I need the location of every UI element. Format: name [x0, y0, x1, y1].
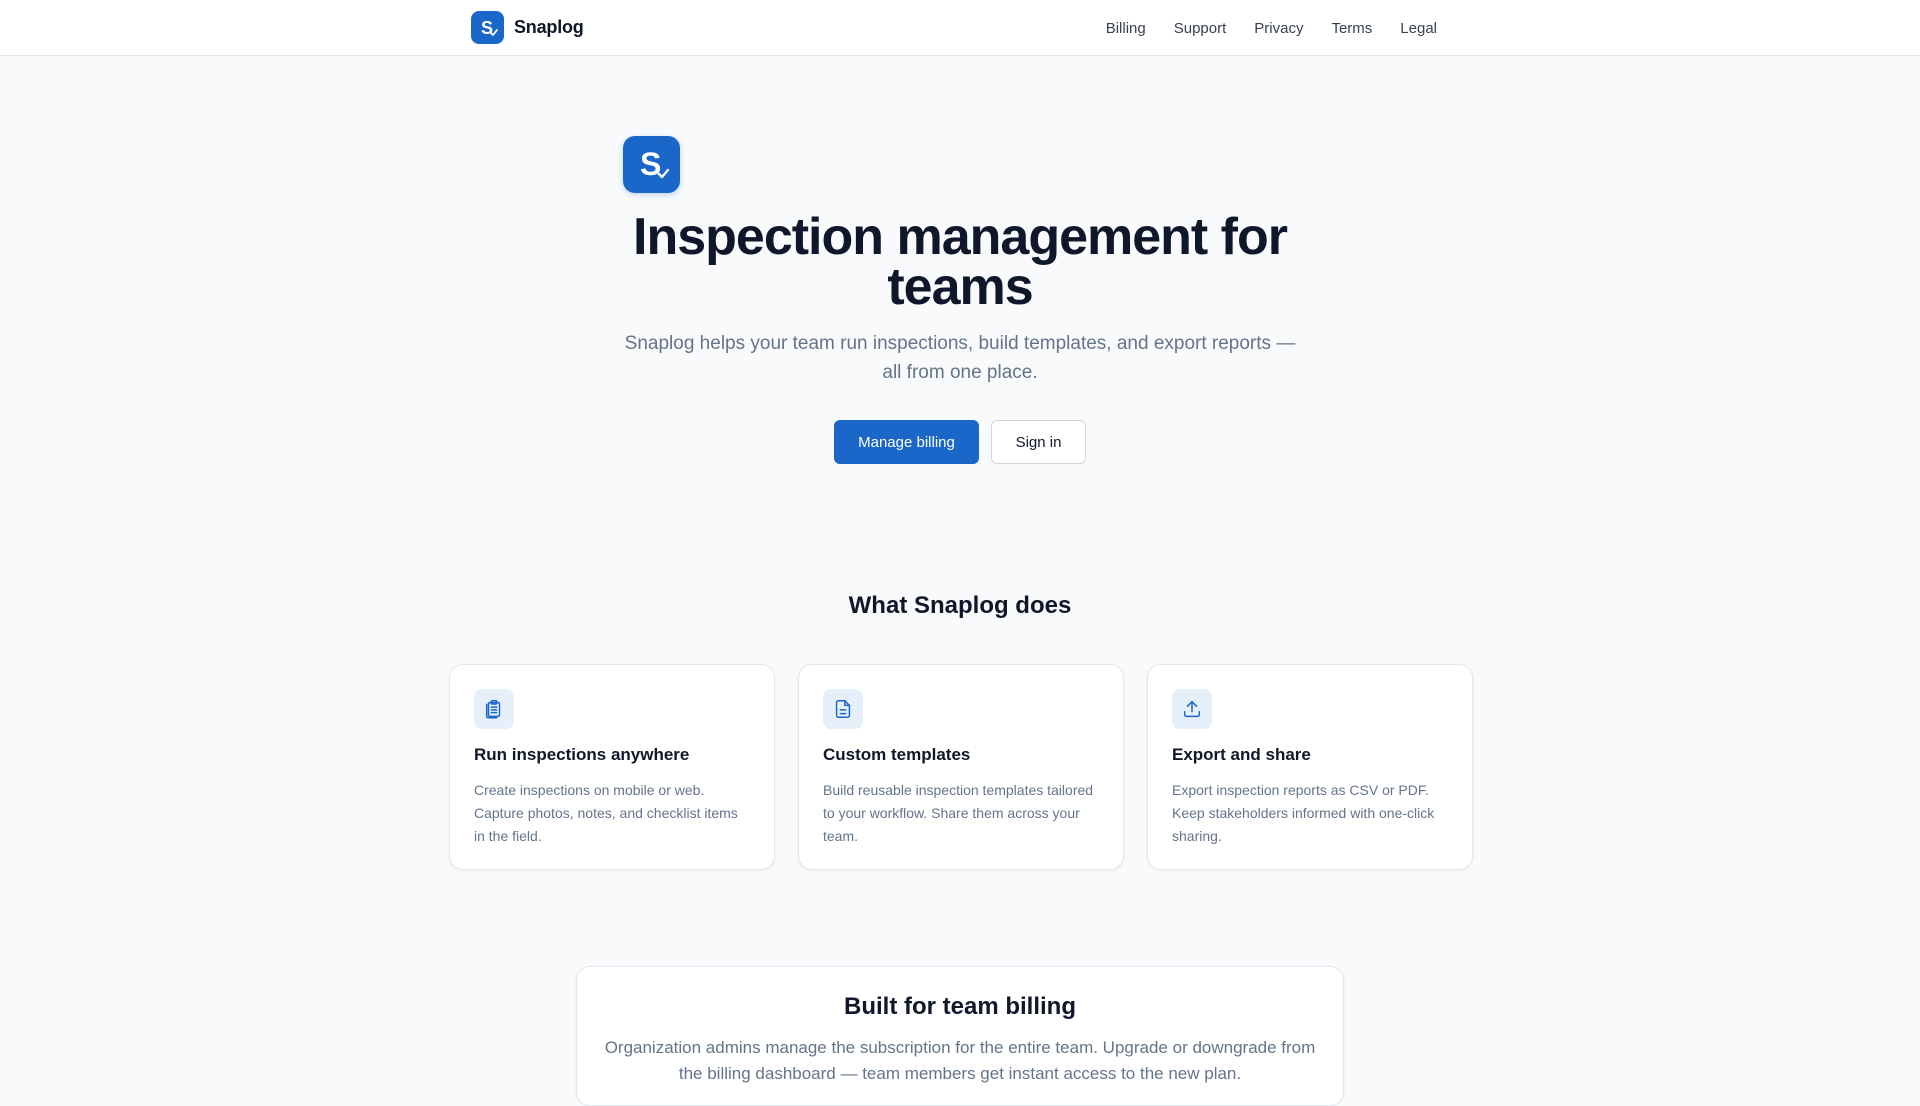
feature-card-title: Run inspections anywhere — [474, 745, 690, 764]
nav-link-terms[interactable]: Terms — [1331, 20, 1372, 37]
brand-name: Snaplog — [514, 17, 584, 37]
feature-card-title: Custom templates — [823, 745, 971, 764]
svg-text:S: S — [640, 146, 661, 182]
manage-billing-button[interactable]: Manage billing — [834, 420, 979, 464]
top-navigation-bar: S Snaplog Billing Support Privacy Terms … — [0, 0, 1920, 56]
upload-icon — [1172, 689, 1212, 729]
brand-link[interactable]: S Snaplog — [471, 11, 584, 44]
clipboard-icon — [474, 689, 514, 729]
nav-link-legal[interactable]: Legal — [1400, 20, 1437, 37]
nav-link-support[interactable]: Support — [1174, 20, 1227, 37]
features-section-title: What Snaplog does — [848, 592, 1072, 619]
sign-in-button[interactable]: Sign in — [991, 420, 1086, 464]
svg-text:S: S — [481, 18, 493, 38]
nav-link-privacy[interactable]: Privacy — [1254, 20, 1303, 37]
feature-card-inspections: Run inspections anywhere Create inspecti… — [449, 664, 775, 870]
feature-card-templates: Custom templates Build reusable inspecti… — [798, 664, 1124, 870]
billing-section-title: Built for team billing — [844, 993, 1076, 1020]
hero-title: Inspection management for teams — [633, 208, 1288, 316]
main-nav: Billing Support Privacy Terms Legal — [1106, 0, 1437, 56]
team-billing-section: Built for team billing Organization admi… — [576, 966, 1344, 1106]
nav-link-billing[interactable]: Billing — [1106, 20, 1146, 37]
document-icon — [823, 689, 863, 729]
hero-logo-icon: S — [623, 136, 680, 193]
feature-card-export: Export and share Export inspection repor… — [1147, 664, 1473, 870]
feature-card-text: Export inspection reports as CSV or PDF.… — [1172, 782, 1435, 844]
feature-card-title: Export and share — [1172, 745, 1311, 764]
hero-subtitle: Snaplog helps your team run inspections,… — [624, 333, 1296, 383]
snaplog-logo-icon: S — [471, 11, 504, 44]
billing-section-text: Organization admins manage the subscript… — [604, 1038, 1316, 1083]
feature-card-text: Create inspections on mobile or web. Cap… — [474, 782, 738, 844]
feature-card-text: Build reusable inspection templates tail… — [823, 782, 1094, 844]
